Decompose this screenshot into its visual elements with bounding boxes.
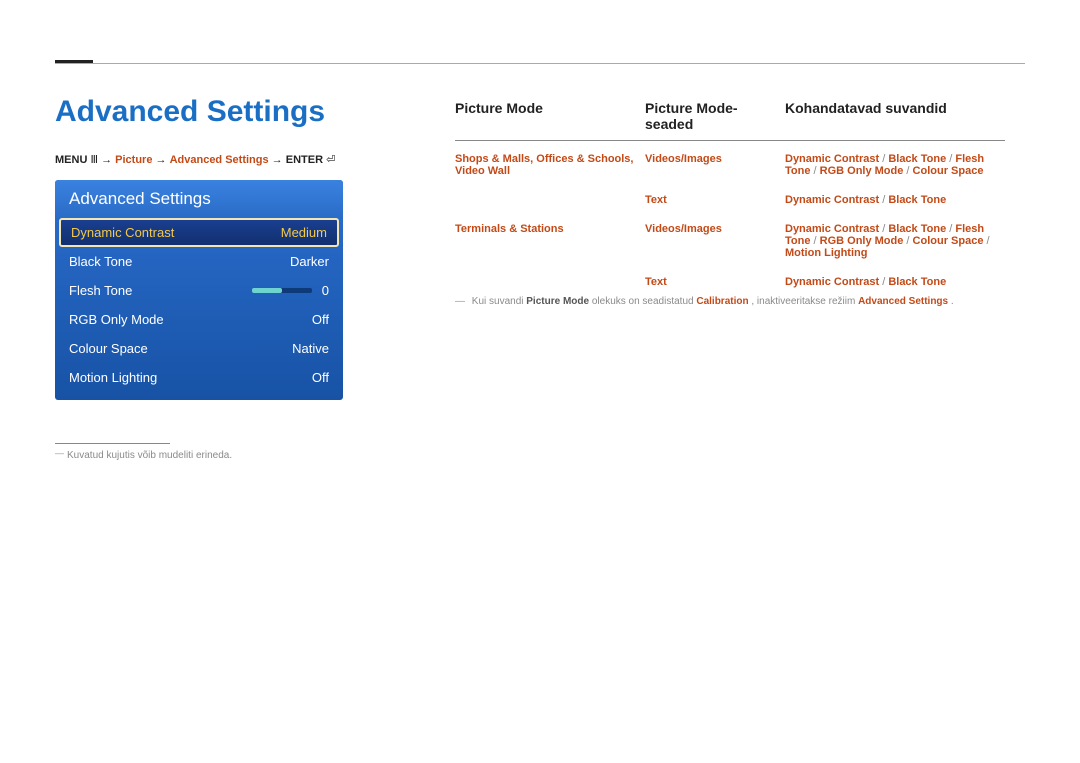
table-row: Shops & Malls, Offices & Schools, Video …	[455, 148, 1005, 189]
table-divider	[455, 140, 1005, 141]
footnote-left-text: Kuvatud kujutis võib mudeliti erineda.	[55, 450, 232, 461]
slider[interactable]	[252, 288, 312, 293]
crumb-arrow-2: →	[156, 154, 167, 166]
osd-row-flesh-tone[interactable]: Flesh Tone 0	[55, 276, 343, 305]
crumb-arrow-3: →	[272, 154, 283, 166]
cell-picture-mode: Terminals & Stations	[455, 223, 645, 259]
cell-suvandid: Dynamic Contrast / Black Tone	[785, 194, 1005, 206]
menu-icon: Ⅲ	[90, 154, 101, 166]
breadcrumb: MENU Ⅲ → Picture → Advanced Settings → E…	[55, 153, 335, 166]
crumb-arrow-1: →	[101, 154, 112, 166]
osd-row-black-tone[interactable]: Black Tone Darker	[55, 247, 343, 276]
cell-suvandid: Dynamic Contrast / Black Tone / Flesh To…	[785, 223, 1005, 259]
th-picture-mode: Picture Mode	[455, 100, 645, 132]
osd-value: Medium	[281, 225, 327, 240]
cell-seaded: Videos/Images	[645, 153, 785, 177]
osd-value: Native	[292, 341, 329, 356]
enter-icon: ⏎	[326, 154, 335, 166]
table-body: Shops & Malls, Offices & Schools, Video …	[455, 148, 1005, 300]
cell-suvandid: Dynamic Contrast / Black Tone / Flesh To…	[785, 153, 1005, 177]
osd-row-motion-lighting[interactable]: Motion Lighting Off	[55, 363, 343, 392]
fn2-mid2: , inaktiveeritakse režiim	[751, 296, 858, 307]
crumb-picture: Picture	[115, 154, 152, 166]
top-divider	[55, 63, 1025, 64]
cell-seaded: Videos/Images	[645, 223, 785, 259]
footnote-right: ― Kui suvandi Picture Mode olekuks on se…	[455, 296, 954, 307]
osd-row-dynamic-contrast[interactable]: Dynamic Contrast Medium	[59, 218, 339, 247]
fn2-end: .	[951, 296, 954, 307]
crumb-enter: ENTER	[286, 154, 323, 166]
footnote-left: Kuvatud kujutis võib mudeliti erineda.	[55, 450, 232, 461]
osd-value: Off	[312, 312, 329, 327]
osd-label: Motion Lighting	[69, 370, 157, 385]
osd-label: Colour Space	[69, 341, 148, 356]
table-row: TextDynamic Contrast / Black Tone	[455, 189, 1005, 218]
fn2-pre: Kui suvandi	[472, 296, 526, 307]
cell-seaded: Text	[645, 194, 785, 206]
cell-seaded: Text	[645, 276, 785, 288]
osd-value: 0	[252, 283, 329, 298]
osd-label: RGB Only Mode	[69, 312, 164, 327]
osd-body: Dynamic Contrast Medium Black Tone Darker Fl…	[55, 218, 343, 392]
fn2-adv: Advanced Settings	[858, 296, 948, 307]
fn2-mid: olekuks on seadistatud	[592, 296, 697, 307]
crumb-advanced: Advanced Settings	[170, 154, 269, 166]
osd-label: Flesh Tone	[69, 283, 132, 298]
osd-label: Black Tone	[69, 254, 132, 269]
footnote-dash: ―	[455, 296, 465, 307]
page-title: Advanced Settings	[55, 95, 325, 129]
cell-picture-mode: Shops & Malls, Offices & Schools, Video …	[455, 153, 645, 177]
cell-suvandid: Dynamic Contrast / Black Tone	[785, 276, 1005, 288]
osd-value: Darker	[290, 254, 329, 269]
osd-value: Off	[312, 370, 329, 385]
osd-panel: Advanced Settings Dynamic Contrast Medium…	[55, 180, 343, 400]
th-kohandatavad: Kohandatavad suvandid	[785, 100, 1005, 132]
cell-picture-mode	[455, 194, 645, 206]
table-row: Terminals & StationsVideos/ImagesDynamic…	[455, 218, 1005, 271]
footnote-divider	[55, 443, 170, 444]
osd-title: Advanced Settings	[55, 180, 343, 218]
th-picture-mode-seaded: Picture Mode-seaded	[645, 100, 785, 132]
fn2-cal: Calibration	[696, 296, 748, 307]
table-header-row: Picture Mode Picture Mode-seaded Kohanda…	[455, 100, 1005, 140]
crumb-menu: MENU	[55, 154, 87, 166]
fn2-pm: Picture Mode	[526, 296, 589, 307]
cell-picture-mode	[455, 276, 645, 288]
osd-row-colour-space[interactable]: Colour Space Native	[55, 334, 343, 363]
osd-row-rgb-only-mode[interactable]: RGB Only Mode Off	[55, 305, 343, 334]
osd-label: Dynamic Contrast	[71, 225, 174, 240]
options-table: Picture Mode Picture Mode-seaded Kohanda…	[455, 100, 1005, 300]
